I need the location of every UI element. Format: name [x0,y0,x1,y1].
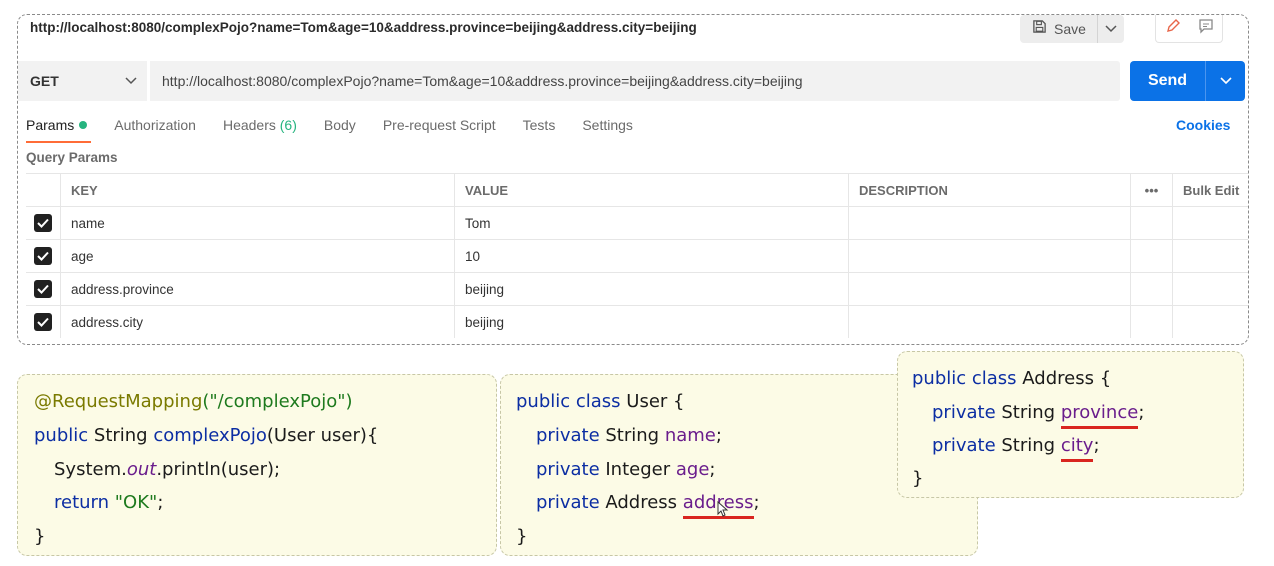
city-field-underlined: city [1060,435,1094,462]
param-value[interactable]: 10 [454,240,848,272]
param-description[interactable] [848,207,1130,239]
param-value[interactable]: Tom [454,207,848,239]
save-options-chevron-icon[interactable] [1098,25,1124,33]
method-select[interactable]: GET [18,61,148,101]
tab-headers[interactable]: Headers (6) [223,117,297,143]
row-checkbox[interactable] [34,247,52,265]
tab-settings[interactable]: Settings [582,117,633,143]
address-class-code-box: public class Address { private String pr… [897,351,1244,498]
save-icon [1032,19,1047,39]
mouse-cursor-icon [717,500,729,522]
code-line: } [34,526,46,547]
param-description[interactable] [848,240,1130,272]
row-checkbox[interactable] [34,280,52,298]
row-checkbox[interactable] [34,313,52,331]
code-line: @RequestMapping("/complexPojo") [34,391,353,412]
code-line: } [912,468,924,489]
tab-tests[interactable]: Tests [523,117,556,143]
code-line: public String complexPojo(User user){ [34,425,379,446]
table-row: name Tom [26,206,1248,239]
code-line: public class Address { [912,368,1112,389]
params-active-dot [79,121,88,129]
request-tabs: Params Authorization Headers (6) Body Pr… [26,117,660,143]
headers-count: (6) [279,117,297,133]
params-table: KEY VALUE DESCRIPTION ••• Bulk Edit name… [26,173,1248,338]
tab-params[interactable]: Params [26,117,92,143]
tab-headers-label: Headers [222,117,276,133]
param-description[interactable] [848,273,1130,305]
bulk-edit-button[interactable]: Bulk Edit [1172,174,1248,206]
controller-code-box: @RequestMapping("/complexPojo") public S… [17,374,497,556]
method-value: GET [30,73,59,89]
param-key[interactable]: name [60,207,454,239]
column-value: VALUE [454,174,848,206]
side-icon-group [1155,15,1223,43]
save-button[interactable]: Save [1020,15,1124,43]
edit-pencil-icon[interactable] [1165,18,1181,39]
comment-icon[interactable] [1198,18,1214,39]
send-options-chevron-icon[interactable] [1206,77,1245,85]
row-checkbox[interactable] [34,214,52,232]
send-label: Send [1130,61,1206,101]
tab-params-label: Params [26,117,75,133]
params-table-header: KEY VALUE DESCRIPTION ••• Bulk Edit [26,173,1248,206]
more-options-icon[interactable]: ••• [1130,174,1172,206]
param-key[interactable]: address.city [60,306,454,338]
request-title: http://localhost:8080/complexPojo?name=T… [30,20,697,35]
province-field-underlined: province [1060,402,1139,429]
query-params-label: Query Params [26,150,118,165]
param-value[interactable]: beijing [454,306,848,338]
code-line: private String name; [536,425,722,446]
url-input[interactable]: http://localhost:8080/complexPojo?name=T… [150,61,1120,101]
column-description: DESCRIPTION [848,174,1130,206]
postman-request-panel: http://localhost:8080/complexPojo?name=T… [17,14,1249,345]
column-key: KEY [60,174,454,206]
table-row: address.city beijing [26,305,1248,338]
code-line: private String city; [932,435,1100,462]
chevron-down-icon [125,72,137,90]
param-key[interactable]: age [60,240,454,272]
table-row: age 10 [26,239,1248,272]
cookies-link[interactable]: Cookies [1176,117,1230,133]
param-value[interactable]: beijing [454,273,848,305]
table-row: address.province beijing [26,272,1248,305]
code-line: System.out.println(user); [54,459,281,480]
code-line: return "OK"; [54,492,164,513]
code-line: } [516,526,528,547]
tab-prerequest-script[interactable]: Pre-request Script [383,117,496,143]
tab-body[interactable]: Body [324,117,356,143]
save-label: Save [1054,21,1086,37]
param-key[interactable]: address.province [60,273,454,305]
code-line: private Integer age; [536,459,716,480]
code-line: private String province; [932,402,1144,429]
tab-authorization[interactable]: Authorization [114,117,196,143]
send-button[interactable]: Send [1130,61,1245,101]
param-description[interactable] [848,306,1130,338]
code-line: public class User { [516,391,685,412]
